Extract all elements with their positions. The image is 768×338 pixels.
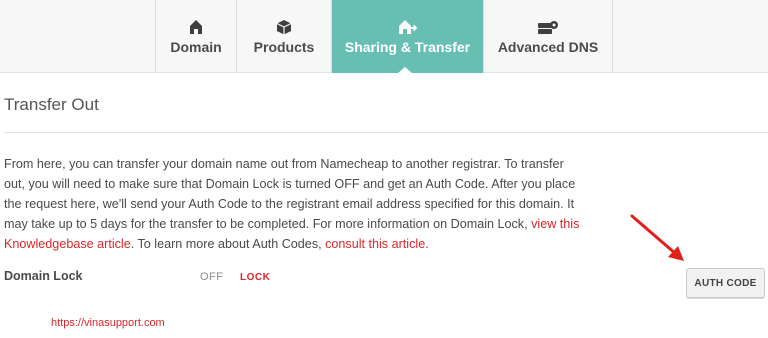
divider: [4, 132, 768, 133]
lock-button[interactable]: LOCK: [240, 272, 270, 283]
tab-products[interactable]: Products: [236, 0, 331, 73]
watermark: https://vinasupport.com: [51, 317, 165, 329]
active-tab-notch: [397, 67, 413, 74]
house-icon: [189, 19, 203, 35]
tab-advanced-dns[interactable]: Advanced DNS: [483, 0, 612, 73]
tab-label: Products: [253, 39, 315, 55]
tab-label: Sharing & Transfer: [344, 39, 471, 55]
transfer-description: From here, you can transfer your domain …: [4, 157, 580, 251]
server-gear-icon: [537, 19, 559, 35]
domain-lock-label: Domain Lock: [4, 269, 83, 283]
tab-bar: Domain Products Sharing & Transfer Advan…: [0, 0, 768, 74]
tab-divider: [612, 0, 613, 73]
consult-article-link[interactable]: consult this article: [325, 237, 425, 251]
tab-sharing-transfer[interactable]: Sharing & Transfer: [331, 0, 483, 73]
tab-label: Domain: [170, 39, 222, 55]
red-arrow-icon: [630, 214, 684, 261]
domain-lock-status: OFF: [200, 271, 224, 283]
auth-code-button[interactable]: AUTH CODE: [686, 268, 765, 298]
section-title: Transfer Out: [4, 95, 99, 114]
tab-domain[interactable]: Domain: [155, 0, 236, 73]
tab-label: Advanced DNS: [497, 39, 599, 55]
house-arrow-icon: [398, 19, 418, 35]
box-icon: [276, 19, 292, 35]
